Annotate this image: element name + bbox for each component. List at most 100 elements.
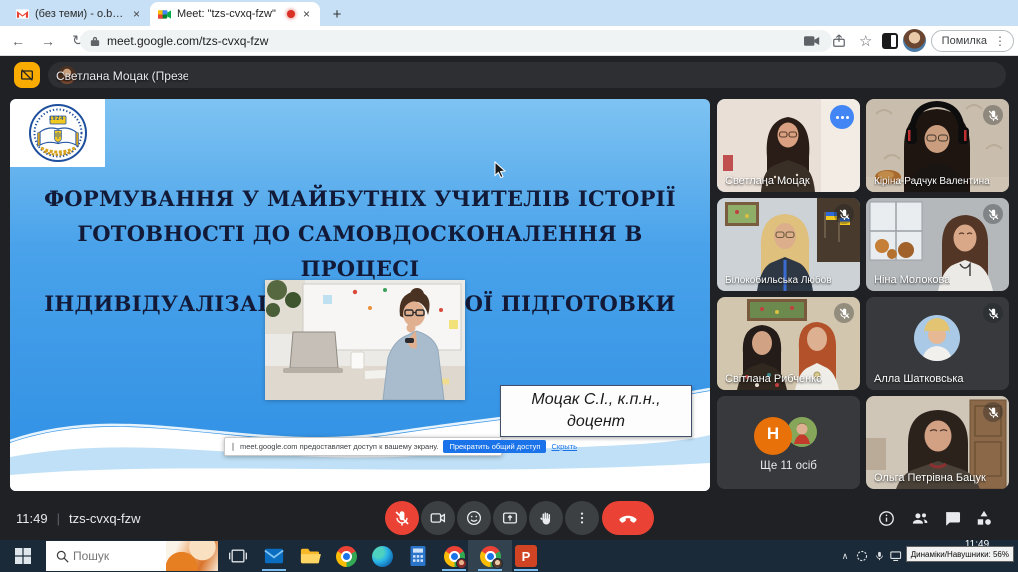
browser-toolbar: ← → ↻ meet.google.com/tzs-cvxq-fzw ☆ Пом… [0,26,1018,56]
chat-icon [945,511,960,526]
chrome-profile-2-icon[interactable] [478,544,503,569]
author-line: Моцак С.І., к.п.н., [531,391,661,408]
profile-avatar[interactable] [902,29,926,52]
divider: | [56,511,60,526]
info-icon [878,510,894,526]
meeting-code: tzs-cvxq-fzw [68,511,141,526]
end-call-button[interactable] [602,501,654,535]
mouse-cursor [494,161,506,179]
activities-icon [977,510,991,525]
error-button[interactable]: Помилка ⋮ [930,29,1014,52]
raise-hand-icon [539,511,550,524]
presenter-chip[interactable]: Светлана Моцак (Презентація) [48,62,1006,88]
participant-grid: Светлана Моцак Кіріна-Радчук Валентина Б… [717,99,1009,489]
address-bar[interactable]: meet.google.com/tzs-cvxq-fzw [80,30,832,52]
slide-title-line: ГОТОВНОСТІ ДО САМОВДОСКОНАЛЕННЯ В ПРОЦЕС… [77,221,643,281]
participant-name: Светлана Моцак [725,175,810,187]
search-input[interactable] [69,549,166,563]
bookmark-star-icon[interactable]: ☆ [855,30,877,52]
mic-off-icon [393,509,411,527]
tray-status-icon[interactable] [854,548,870,564]
presentation-paused-button[interactable] [14,62,40,88]
search-highlight-image[interactable] [166,541,218,571]
side-panel-icon[interactable] [881,32,898,49]
tray-network-icon[interactable] [888,548,904,564]
start-button[interactable] [0,540,46,572]
volume-tooltip: Динаміки/Навушники: 56% [905,546,1014,562]
mail-icon[interactable] [262,544,286,568]
end-call-icon [619,515,637,523]
chrome-profile-1-icon[interactable] [442,544,467,569]
tab-title: Meet: "tzs-cvxq-fzw" [177,8,276,20]
emoji-icon [466,510,482,526]
tab-close-icon[interactable]: × [131,7,142,21]
camera-permission-icon[interactable] [801,30,823,52]
powerpoint-icon[interactable]: P [514,544,538,568]
edge-icon[interactable] [370,544,394,568]
mic-muted-icon [983,204,1003,224]
participant-tile[interactable]: Світлана Рибченко [717,297,860,390]
taskbar-search[interactable] [46,541,218,571]
slide-title-line: ФОРМУВАННЯ У МАЙБУТНІХ УЧИТЕЛІВ ІСТОРІЇ [44,186,676,211]
screen-share-notification: ∥ meet.google.com предоставляет доступ к… [224,437,577,456]
mic-button[interactable] [385,501,419,535]
error-label: Помилка [941,34,987,47]
participant-tile[interactable]: Светлана Моцак [717,99,860,192]
tray-mic-icon[interactable] [871,548,887,564]
shared-presentation: 1924 ФОРМУВАННЯ У МАЙБУТНІХ УЧИТЕЛІВ ІСТ… [10,99,710,491]
reactions-button[interactable] [457,501,491,535]
tray-chevron-icon[interactable]: ∧ [837,548,853,564]
participant-name: Білокобильська Любов [725,275,832,286]
camera-icon [430,513,446,523]
tab-close-icon[interactable]: × [301,7,312,21]
present-button[interactable] [493,501,527,535]
participant-name: Алла Шатковська [874,373,964,385]
open-app-indicator [514,569,538,571]
new-tab-button[interactable]: + [326,3,348,25]
back-button[interactable]: ← [6,29,30,53]
participant-tile[interactable]: Кіріна-Радчук Валентина [866,99,1009,192]
more-participants-tile[interactable]: Н Ще 11 осіб [717,396,860,489]
calculator-icon[interactable] [406,544,430,568]
university-logo: 1924 [10,99,105,167]
more-options-button[interactable] [565,501,599,535]
camera-button[interactable] [421,501,455,535]
tab-meet[interactable]: Meet: "tzs-cvxq-fzw" × [150,2,320,26]
open-app-indicator [262,569,286,571]
activities-button[interactable] [972,506,996,530]
tab-gmail[interactable]: (без теми) - o.batsuk@kubg.edu × [8,2,150,26]
mic-muted-icon [983,105,1003,125]
slide-photo-woman-laptop [265,280,465,400]
tab-title: (без теми) - o.batsuk@kubg.edu [35,8,125,20]
hide-share-bar-link[interactable]: Скрыть [551,442,577,451]
task-view-button[interactable] [226,544,250,568]
mic-muted-icon [983,402,1003,422]
participant-tile[interactable]: Алла Шатковська [866,297,1009,390]
open-app-indicator [478,569,502,571]
windows-logo-icon [15,548,31,564]
participant-name: Ольга Петрівна Бацук [874,472,986,484]
browser-menu-icon[interactable]: ⋮ [991,34,1009,48]
present-screen-icon [502,512,518,524]
drag-handle-icon[interactable]: ∥ [231,442,235,451]
lock-icon [90,36,100,46]
meet-control-bar: 11:49 | tzs-cvxq-fzw 19 [0,497,1018,540]
author-box: Моцак С.І., к.п.н., доцент [500,385,692,437]
share-icon[interactable] [828,30,850,52]
participant-tile[interactable]: Ольга Петрівна Бацук [866,396,1009,489]
logo-year: 1924 [49,116,65,122]
more-participants-label: Ще 11 осіб [760,460,817,472]
stop-share-button[interactable]: Прекратить общий доступ [443,440,547,453]
people-button[interactable] [908,506,932,530]
raise-hand-button[interactable] [529,501,563,535]
info-button[interactable] [874,506,898,530]
chat-button[interactable] [940,506,964,530]
mic-muted-icon [983,303,1003,323]
forward-button[interactable]: → [36,29,60,53]
participant-tile[interactable]: Білокобильська Любов [717,198,860,291]
chrome-icon[interactable] [334,544,358,568]
tile-options-button[interactable] [830,105,854,129]
file-explorer-icon[interactable] [298,544,322,568]
participant-tile[interactable]: Ніна Молокова [866,198,1009,291]
browser-tab-strip: (без теми) - o.batsuk@kubg.edu × Meet: "… [0,0,1018,26]
